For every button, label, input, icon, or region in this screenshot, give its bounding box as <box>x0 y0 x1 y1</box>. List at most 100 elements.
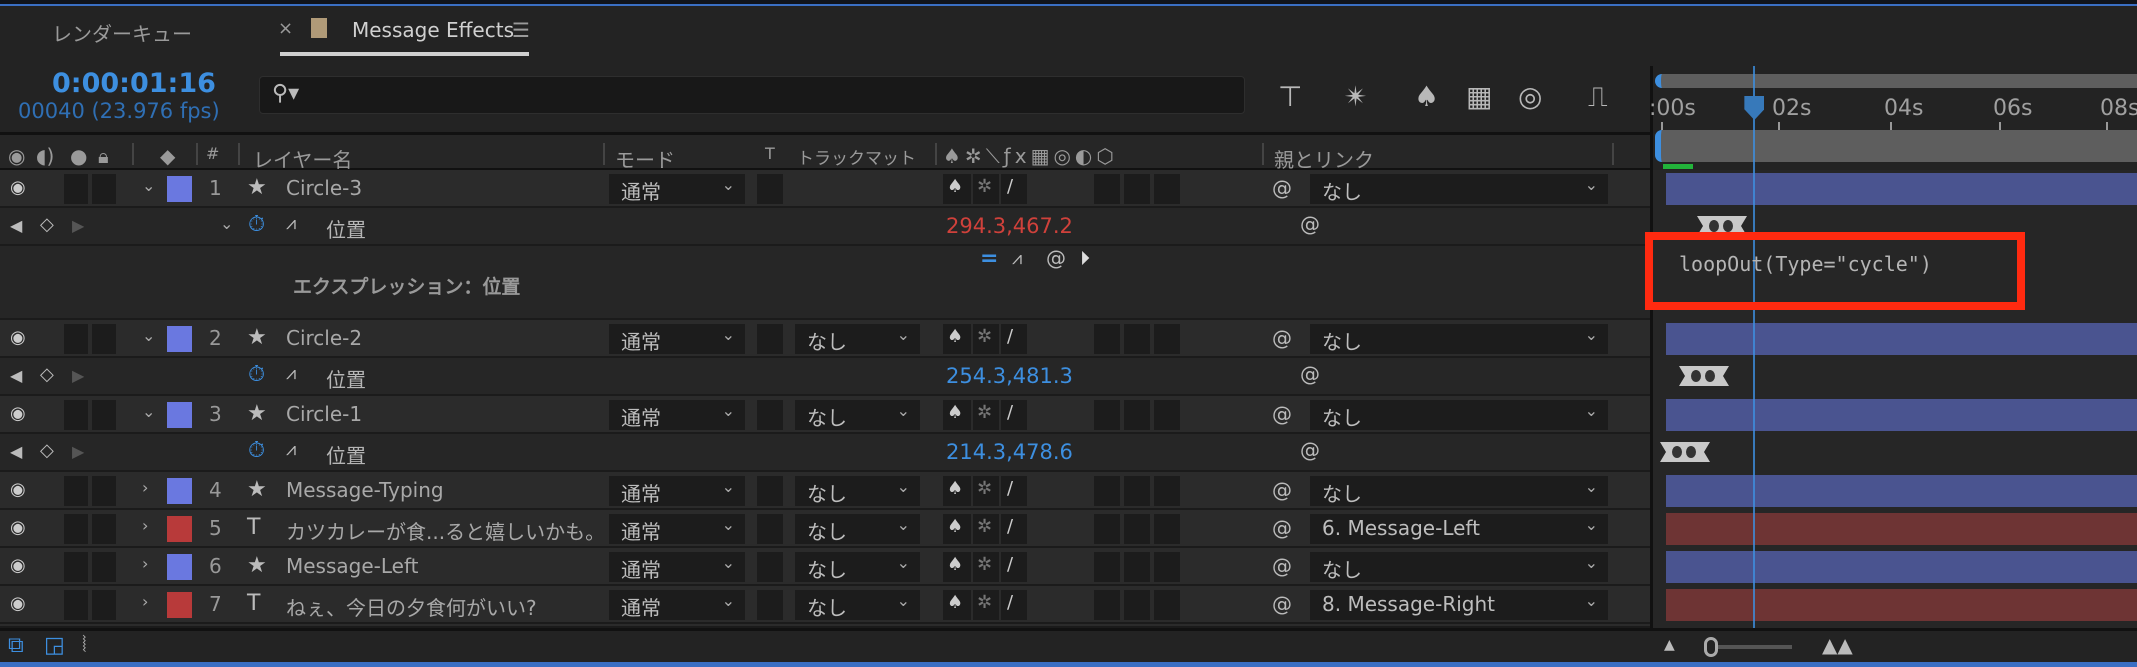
chevron-right-icon[interactable]: › <box>142 554 148 573</box>
layer-row[interactable]: ◉ › 6 ★ Message-Left 通常 ⌄ なし ⌄ ♠ ✲ / @ なし ⌄ <box>0 548 1650 586</box>
layer-switch[interactable] <box>1094 174 1120 204</box>
graph-icon[interactable]: ⩘ <box>286 213 296 234</box>
zoom-out-icon[interactable]: ▲ <box>1664 637 1675 653</box>
layer-switch[interactable] <box>1124 590 1150 620</box>
parent-dropdown[interactable]: なし ⌄ <box>1310 400 1608 430</box>
next-keyframe-icon[interactable]: ▶ <box>72 216 84 235</box>
layer-name[interactable]: Message-Left <box>286 554 419 578</box>
layer-switch[interactable] <box>1154 590 1180 620</box>
transfer-controls-toggle-icon[interactable]: ◲ <box>44 633 65 658</box>
quality-switch[interactable]: / <box>1001 552 1027 582</box>
label-color-swatch[interactable] <box>167 402 192 428</box>
zoom-in-icon[interactable]: ▲▲ <box>1822 633 1853 657</box>
collapse-switch[interactable]: ✲ <box>973 514 999 544</box>
blend-mode-dropdown[interactable]: 通常 ⌄ <box>609 324 745 354</box>
label-color-swatch[interactable] <box>167 176 192 202</box>
layer-switch[interactable] <box>1094 400 1120 430</box>
shy-switch[interactable]: ♠ <box>943 324 971 354</box>
work-area-bar[interactable] <box>1655 74 2137 88</box>
label-color-swatch[interactable] <box>167 478 192 504</box>
zoom-slider[interactable] <box>1712 645 1792 649</box>
layer-switch[interactable] <box>1154 174 1180 204</box>
solo-switch[interactable] <box>64 476 88 506</box>
add-keyframe-icon[interactable]: ◇ <box>40 364 54 385</box>
lock-switch[interactable] <box>92 590 116 620</box>
shy-switch[interactable]: ♠ <box>943 514 971 544</box>
chevron-down-icon[interactable]: ⌄ <box>142 326 155 345</box>
parent-dropdown[interactable]: なし ⌄ <box>1310 324 1608 354</box>
composition-navigator-bar[interactable] <box>1655 130 2137 162</box>
layer-switch[interactable] <box>1154 324 1180 354</box>
previous-keyframe-icon[interactable]: ◀ <box>10 442 22 461</box>
parent-pickwhip-icon[interactable]: @ <box>1272 554 1292 578</box>
keyframe-icon[interactable] <box>1679 366 1729 386</box>
layer-switch[interactable] <box>1154 552 1180 582</box>
solo-switch[interactable] <box>64 514 88 544</box>
track-matte-dropdown[interactable]: なし ⌄ <box>795 552 920 582</box>
layer-row[interactable]: ◉ ⌄ 2 ★ Circle-2 通常 ⌄ なし ⌄ ♠ ✲ / @ なし ⌄ <box>0 320 1650 358</box>
expression-language-menu-icon[interactable]: ⏵ <box>1080 246 1090 270</box>
lock-switch[interactable] <box>92 514 116 544</box>
parent-pickwhip-icon[interactable]: @ <box>1272 326 1292 350</box>
layer-duration-bar[interactable] <box>1666 173 2137 205</box>
layer-duration-bar[interactable] <box>1666 513 2137 545</box>
graph-icon[interactable]: ⩘ <box>286 363 296 384</box>
collapse-switch[interactable]: ✲ <box>973 552 999 582</box>
chevron-down-icon[interactable]: ⌄ <box>142 176 155 195</box>
collapse-switch[interactable]: ✲ <box>973 400 999 430</box>
layer-switch[interactable] <box>1094 514 1120 544</box>
layer-name[interactable]: Circle-3 <box>286 176 362 200</box>
expression-pickwhip-icon[interactable]: @ <box>1046 246 1066 270</box>
quality-switch[interactable]: / <box>1001 400 1027 430</box>
shy-switch[interactable]: ♠ <box>943 174 971 204</box>
layer-row[interactable]: ◉ ⌄ 1 ★ Circle-3 通常 ⌄ ♠ ✲ / @ なし ⌄ <box>0 170 1650 208</box>
preserve-transparency-toggle[interactable] <box>757 514 783 544</box>
property-value[interactable]: 294.3,467.2 <box>946 214 1073 238</box>
parent-pickwhip-icon[interactable]: @ <box>1272 478 1292 502</box>
label-color-swatch[interactable] <box>167 592 192 618</box>
layer-duration-bar[interactable] <box>1666 551 2137 583</box>
chevron-right-icon[interactable]: › <box>142 478 148 497</box>
tab-close-button[interactable]: × <box>278 18 293 39</box>
track-matte-dropdown[interactable]: なし ⌄ <box>795 476 920 506</box>
collapse-switch[interactable]: ✲ <box>973 476 999 506</box>
stopwatch-icon[interactable]: ⏱ <box>248 212 265 237</box>
layer-duration-bar[interactable] <box>1666 399 2137 431</box>
parent-dropdown[interactable]: なし ⌄ <box>1310 174 1608 204</box>
shy-switch[interactable]: ♠ <box>943 590 971 620</box>
tab-message-effects[interactable]: Message Effects <box>352 18 514 42</box>
stopwatch-icon[interactable]: ⏱ <box>248 438 265 463</box>
collapse-switch[interactable]: ✲ <box>973 324 999 354</box>
layer-switch[interactable] <box>1094 324 1120 354</box>
keyframe-icon[interactable] <box>1660 442 1710 462</box>
layer-switch[interactable] <box>1124 552 1150 582</box>
layer-name[interactable]: カツカレーが食...ると嬉しいかも。 <box>286 516 605 545</box>
preserve-transparency-toggle[interactable] <box>757 400 783 430</box>
graph-editor-icon[interactable]: ⎍ <box>1588 80 1608 114</box>
visibility-toggle-icon[interactable]: ◉ <box>10 555 26 576</box>
layer-row[interactable]: ◉ ⌄ 3 ★ Circle-1 通常 ⌄ なし ⌄ ♠ ✲ / @ なし ⌄ <box>0 396 1650 434</box>
shy-switch[interactable]: ♠ <box>943 552 971 582</box>
quality-switch[interactable]: / <box>1001 174 1027 204</box>
layer-switch[interactable] <box>1094 476 1120 506</box>
zoom-slider-handle[interactable] <box>1704 637 1718 657</box>
parent-dropdown[interactable]: なし ⌄ <box>1310 552 1608 582</box>
preserve-transparency-toggle[interactable] <box>757 324 783 354</box>
quality-switch[interactable]: / <box>1001 324 1027 354</box>
lock-switch[interactable] <box>92 552 116 582</box>
visibility-toggle-icon[interactable]: ◉ <box>10 593 26 614</box>
property-value[interactable]: 254.3,481.3 <box>946 364 1073 388</box>
blend-mode-dropdown[interactable]: 通常 ⌄ <box>609 590 745 620</box>
layer-switch[interactable] <box>1124 476 1150 506</box>
preserve-transparency-toggle[interactable] <box>757 590 783 620</box>
expression-enable-icon[interactable]: = <box>980 246 998 271</box>
quality-switch[interactable]: / <box>1001 476 1027 506</box>
visibility-toggle-icon[interactable]: ◉ <box>10 517 26 538</box>
solo-switch[interactable] <box>64 400 88 430</box>
label-color-swatch[interactable] <box>167 326 192 352</box>
layer-switch[interactable] <box>1154 476 1180 506</box>
tab-render-queue[interactable]: レンダーキュー <box>52 18 192 47</box>
layer-name[interactable]: Circle-1 <box>286 402 362 426</box>
lock-switch[interactable] <box>92 400 116 430</box>
lock-switch[interactable] <box>92 324 116 354</box>
